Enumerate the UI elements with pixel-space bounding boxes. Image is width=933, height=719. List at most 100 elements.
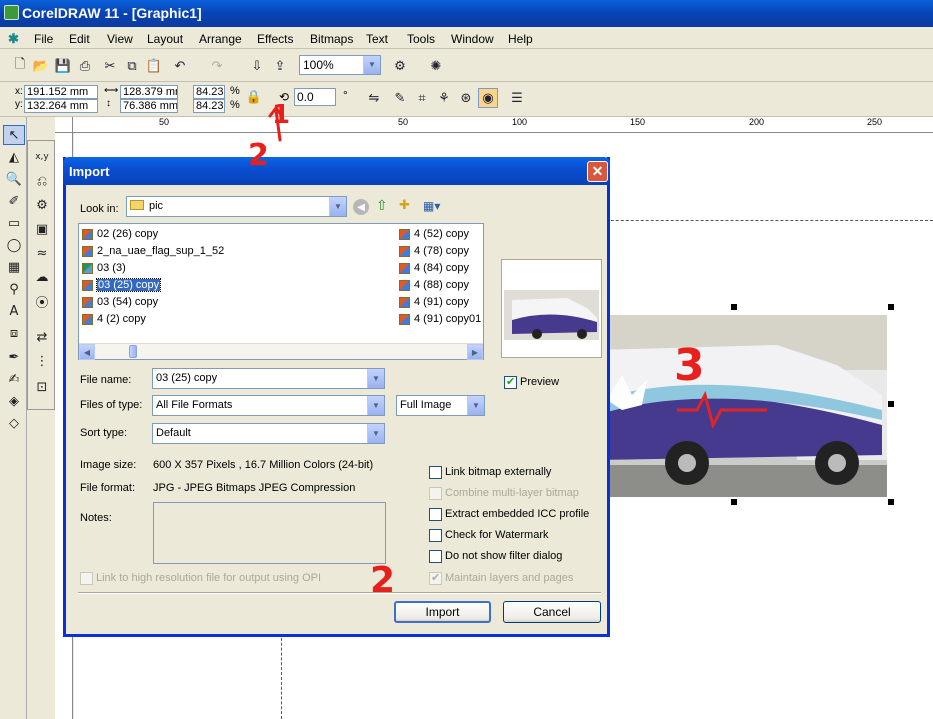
interactive-blend-tool-icon[interactable]: ⧈ (3, 323, 25, 343)
text-wrap-icon[interactable]: ☰ (507, 88, 527, 108)
list-item[interactable]: 2_na_uae_flag_sup_1_52 (81, 243, 224, 259)
xy-flyout-icon[interactable]: x,y (31, 147, 53, 167)
document-control-icon[interactable]: ✱ (8, 31, 19, 47)
menu-edit[interactable]: Edit (69, 32, 90, 46)
bitmap-color-mask-icon[interactable]: ◉ (478, 88, 498, 108)
width-field[interactable]: 128.379 mr (120, 85, 178, 99)
export-icon[interactable]: ⇪ (270, 56, 290, 76)
pick-tool-icon[interactable]: ↖ (3, 125, 25, 145)
scroll-thumb[interactable] (129, 345, 137, 358)
y-position-field[interactable]: 132.264 mm (24, 99, 98, 113)
copy-icon[interactable]: ⧉ (122, 56, 142, 76)
list-item[interactable]: 4 (88) copy (398, 277, 469, 293)
menu-text[interactable]: Text (366, 32, 388, 46)
text-tool-icon[interactable]: A (3, 301, 25, 321)
print-icon[interactable]: ⎙ (75, 56, 95, 76)
graph-paper-tool-icon[interactable]: ▦ (3, 257, 25, 277)
flyout-tool-5-icon[interactable]: ≈ (31, 243, 53, 263)
flyout-tool-4-icon[interactable]: ▣ (31, 219, 53, 239)
list-item[interactable]: 03 (3) (81, 260, 126, 276)
flyout-tool-6-icon[interactable]: ☁ (31, 267, 53, 287)
selection-handle[interactable] (731, 499, 737, 505)
zoom-tool-icon[interactable]: 🔍 (3, 169, 25, 189)
selection-handle[interactable] (888, 401, 894, 407)
scroll-left-icon[interactable]: ◀ (79, 344, 95, 360)
outline-tool-icon[interactable]: ✍ (3, 369, 25, 389)
rectangle-tool-icon[interactable]: ▭ (3, 213, 25, 233)
eyedropper-tool-icon[interactable]: ✒ (3, 347, 25, 367)
files-of-type-combo[interactable]: All File Formats ▼ (152, 395, 385, 416)
bitmap-edit-icon[interactable]: ✎ (390, 88, 410, 108)
flyout-tool-8-icon[interactable]: ⇄ (31, 327, 53, 347)
list-item[interactable]: 4 (91) copy01 (398, 311, 481, 327)
selection-handle[interactable] (888, 304, 894, 310)
look-in-combo[interactable]: pic ▼ (126, 196, 347, 217)
scale-x-field[interactable]: 84.239 (193, 85, 225, 99)
opi-link-checkbox[interactable] (80, 572, 93, 585)
option-checkbox-combine-layers[interactable] (429, 487, 442, 500)
cut-icon[interactable]: ✂ (100, 56, 120, 76)
menu-window[interactable]: Window (451, 32, 494, 46)
crop-option-combo[interactable]: Full Image ▼ (396, 395, 485, 416)
menu-layout[interactable]: Layout (147, 32, 183, 46)
redo-icon[interactable]: ↷ (207, 56, 227, 76)
option-checkbox-no-filter-dialog[interactable] (429, 550, 442, 563)
fill-tool-icon[interactable]: ◈ (3, 391, 25, 411)
scale-y-field[interactable]: 84.239 (193, 99, 225, 113)
save-icon[interactable]: 💾 (53, 56, 73, 76)
menu-view[interactable]: View (107, 32, 133, 46)
scroll-right-icon[interactable]: ▶ (467, 344, 483, 360)
list-item[interactable]: 4 (2) copy (81, 311, 146, 327)
open-icon[interactable]: 📂 (31, 56, 51, 76)
preview-checkbox[interactable] (504, 375, 517, 389)
menu-bitmaps[interactable]: Bitmaps (310, 32, 353, 46)
x-position-field[interactable]: 191.152 mm (24, 85, 98, 99)
close-icon[interactable]: ✕ (587, 161, 608, 182)
list-item[interactable]: 4 (78) copy (398, 243, 469, 259)
new-icon[interactable]: 🗋 (10, 56, 30, 76)
flyout-tool-9-icon[interactable]: ⋮ (31, 351, 53, 371)
flyout-tool-7-icon[interactable]: ⦿ (31, 291, 53, 311)
horizontal-ruler[interactable]: 50 50 100 150 200 250 (73, 117, 933, 133)
height-field[interactable]: 76.386 mm (120, 99, 178, 113)
crop-bitmap-icon[interactable]: ⌗ (412, 88, 432, 108)
list-item[interactable]: 02 (26) copy (81, 226, 158, 242)
paste-icon[interactable]: 📋 (144, 56, 164, 76)
file-list[interactable]: 02 (26) copy 2_na_uae_flag_sup_1_52 03 (… (78, 223, 484, 360)
trace-bitmap-icon[interactable]: ⚘ (434, 88, 454, 108)
zoom-combo[interactable]: 100% ▼ (299, 55, 381, 75)
flyout-tool-10-icon[interactable]: ⊡ (31, 377, 53, 397)
menu-file[interactable]: File (34, 32, 53, 46)
flyout-tool-3-icon[interactable]: ⚙ (31, 195, 53, 215)
list-item-selected[interactable]: 03 (25) copy (81, 277, 162, 293)
menu-effects[interactable]: Effects (257, 32, 293, 46)
selection-handle[interactable] (731, 304, 737, 310)
option-checkbox-watermark[interactable] (429, 529, 442, 542)
resample-icon[interactable]: ⊛ (456, 88, 476, 108)
undo-icon[interactable]: ↶ (170, 56, 190, 76)
freehand-tool-icon[interactable]: ✐ (3, 191, 25, 211)
rotation-field[interactable]: 0.0 (294, 88, 336, 106)
sort-type-combo[interactable]: Default ▼ (152, 423, 385, 444)
up-folder-icon[interactable]: ⇧ (376, 198, 388, 214)
option-checkbox-extract-icc[interactable] (429, 508, 442, 521)
new-folder-icon[interactable]: ✚ (399, 198, 410, 213)
option-checkbox-link-bitmap[interactable] (429, 466, 442, 479)
ellipse-tool-icon[interactable]: ◯ (3, 235, 25, 255)
list-item[interactable]: 03 (54) copy (81, 294, 158, 310)
shape-tool-icon[interactable]: ◭ (3, 147, 25, 167)
option-checkbox-maintain-layers[interactable] (429, 571, 442, 585)
file-name-combo[interactable]: 03 (25) copy ▼ (152, 368, 385, 389)
menu-help[interactable]: Help (508, 32, 533, 46)
ruler-origin[interactable] (55, 117, 73, 133)
import-icon[interactable]: ⇩ (247, 56, 267, 76)
back-icon[interactable]: ◀ (353, 199, 369, 215)
list-item[interactable]: 4 (91) copy (398, 294, 469, 310)
corel-online-icon[interactable]: ✺ (426, 56, 446, 76)
interactive-fill-tool-icon[interactable]: ◇ (3, 413, 25, 433)
cancel-button[interactable]: Cancel (503, 601, 601, 623)
horizontal-scrollbar[interactable]: ◀ ▶ (79, 343, 483, 360)
menu-arrange[interactable]: Arrange (199, 32, 242, 46)
menu-tools[interactable]: Tools (407, 32, 435, 46)
flyout-tool-2-icon[interactable]: ⎌ (31, 171, 53, 191)
